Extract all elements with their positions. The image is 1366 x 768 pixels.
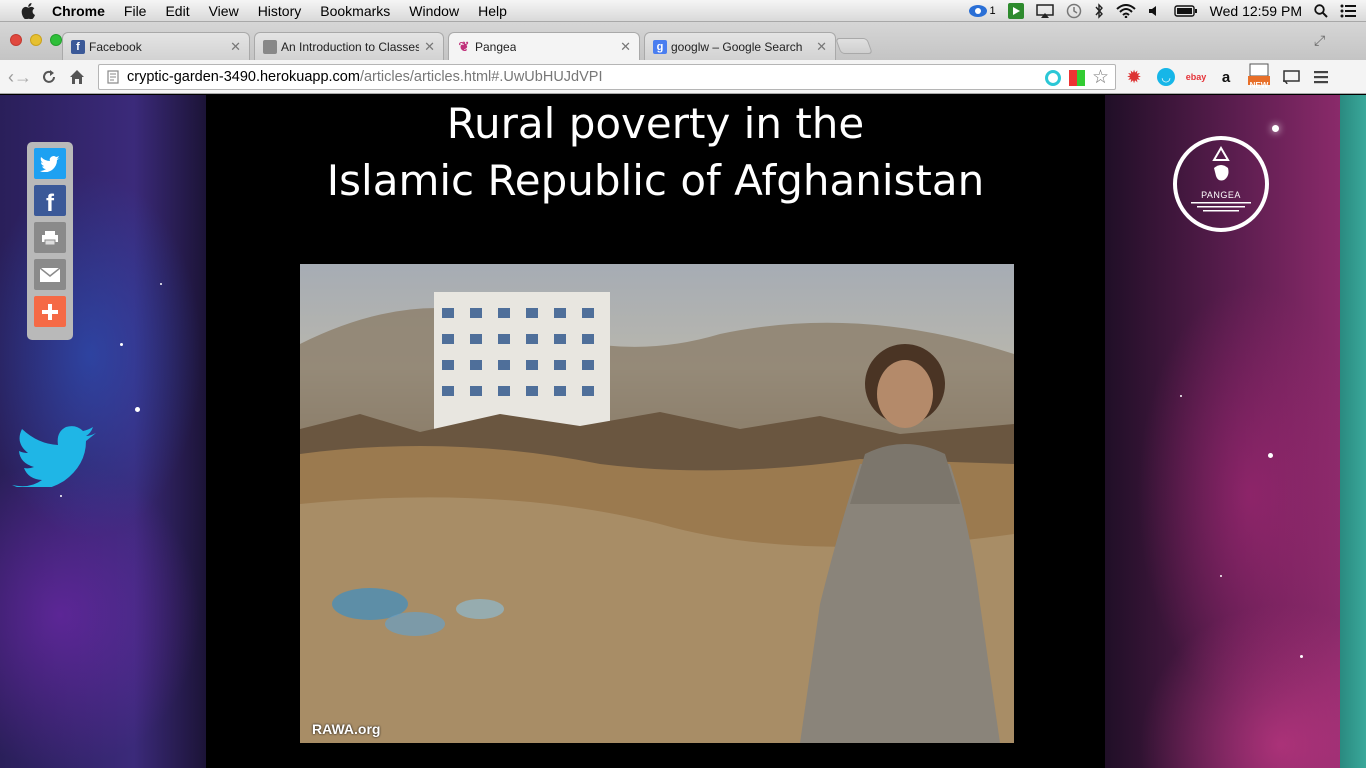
reload-icon[interactable] — [38, 66, 60, 88]
share-print-button[interactable] — [34, 222, 66, 253]
google-favicon-icon: g — [653, 40, 667, 54]
tab-close-icon[interactable]: ✕ — [816, 39, 827, 55]
pangea-logo[interactable]: PANGEA — [1173, 136, 1269, 232]
color-picker-icon[interactable] — [1069, 70, 1085, 86]
tab-close-icon[interactable]: ✕ — [424, 39, 435, 55]
time-machine-icon[interactable] — [1066, 3, 1082, 19]
article-title-line-2: Islamic Republic of Afghanistan — [326, 156, 985, 205]
print-icon — [42, 230, 58, 245]
tab-title: Pangea — [475, 39, 517, 54]
new-extension-icon[interactable]: NEW — [1247, 63, 1271, 90]
spotlight-search-icon[interactable] — [1314, 3, 1328, 19]
creative-cloud-icon[interactable]: 1 — [968, 3, 996, 19]
extension-burst-icon[interactable]: ✹ — [1125, 67, 1143, 87]
twitter-icon — [40, 155, 60, 172]
tab-close-icon[interactable]: ✕ — [620, 39, 631, 55]
facebook-icon: f — [46, 189, 54, 217]
address-bar[interactable]: cryptic-garden-3490.herokuapp.com/articl… — [98, 64, 1116, 90]
wifi-icon[interactable] — [1115, 3, 1136, 19]
new-tab-button[interactable] — [835, 38, 873, 54]
logo-lines — [1191, 202, 1251, 212]
ebay-icon[interactable]: ebay — [1186, 68, 1207, 86]
share-more-button[interactable] — [34, 296, 66, 327]
tab-title: Facebook — [89, 39, 142, 54]
forward-arrow-icon[interactable]: → — [12, 66, 34, 88]
menu-help[interactable]: Help — [478, 3, 507, 19]
menu-edit[interactable]: Edit — [165, 3, 189, 19]
tab-intro-classes[interactable]: An Introduction to Classes ✕ — [254, 32, 444, 60]
notification-center-icon[interactable] — [1340, 3, 1356, 19]
social-share-bar: f — [27, 142, 73, 340]
window-zoom-button[interactable] — [50, 34, 62, 46]
photo-scene — [300, 292, 1014, 743]
background-star — [1180, 395, 1182, 397]
background-star — [1268, 453, 1273, 458]
twitter-bird-icon[interactable] — [10, 425, 98, 487]
app-status-icon[interactable] — [1007, 2, 1024, 19]
chrome-menu-icon[interactable] — [1312, 68, 1330, 86]
plus-icon — [42, 303, 58, 320]
pangea-logo-text: PANGEA — [1201, 190, 1241, 200]
home-icon[interactable] — [66, 66, 88, 88]
window-close-button[interactable] — [10, 34, 22, 46]
pangea-favicon-icon: ❦ — [458, 39, 470, 54]
notification-count: 1 — [989, 4, 996, 17]
share-email-button[interactable] — [34, 259, 66, 290]
background-star — [60, 495, 62, 497]
article-title-line-1: Rural poverty in the — [446, 99, 865, 148]
background-star — [1220, 575, 1222, 577]
tab-pangea[interactable]: ❦ Pangea ✕ — [448, 32, 640, 60]
browser-toolbar: ‹ → cryptic-garden-3490.herokuapp.com/ar… — [0, 60, 1366, 94]
menu-view[interactable]: View — [209, 3, 239, 19]
apple-menu-icon[interactable] — [18, 2, 38, 19]
menu-app-chrome[interactable]: Chrome — [52, 3, 105, 19]
menu-window[interactable]: Window — [409, 3, 459, 19]
volume-icon[interactable] — [1148, 3, 1162, 19]
extension-bubble-icon[interactable]: ◡ — [1157, 68, 1175, 86]
pangea-triangle-icon — [1212, 146, 1230, 181]
background-star — [160, 283, 162, 285]
tab-facebook[interactable]: f Facebook ✕ — [62, 32, 250, 60]
facebook-favicon-icon: f — [71, 40, 85, 54]
page-favicon-icon — [263, 40, 277, 54]
share-facebook-button[interactable]: f — [34, 185, 66, 217]
fullscreen-icon[interactable]: ⤢ — [1314, 32, 1325, 49]
photo-credit: RAWA.org — [312, 721, 381, 737]
bluetooth-icon[interactable] — [1094, 2, 1104, 19]
tab-title: An Introduction to Classes — [281, 39, 419, 54]
menu-bookmarks[interactable]: Bookmarks — [320, 3, 390, 19]
battery-icon[interactable] — [1173, 3, 1198, 19]
background-star — [135, 407, 140, 412]
extension-circle-icon[interactable] — [1045, 70, 1061, 86]
new-badge-label: NEW — [1249, 81, 1269, 90]
cast-icon[interactable] — [1282, 68, 1300, 86]
url-host: cryptic-garden-3490.herokuapp.com — [127, 69, 360, 85]
article-title: Rural poverty in the Islamic Republic of… — [206, 95, 1105, 209]
desktop-edge — [1340, 95, 1366, 768]
page-viewport: Rural poverty in the Islamic Republic of… — [0, 95, 1340, 768]
bookmark-star-icon[interactable]: ☆ — [1092, 66, 1109, 89]
menu-history[interactable]: History — [258, 3, 302, 19]
background-star — [120, 343, 123, 346]
menu-file[interactable]: File — [124, 3, 147, 19]
tab-close-icon[interactable]: ✕ — [230, 39, 241, 55]
macos-menu-bar: Chrome File Edit View History Bookmarks … — [0, 0, 1366, 22]
background-star — [1272, 125, 1279, 132]
url-path: /articles/articles.html#.UwUbHUJdVPI — [359, 69, 603, 85]
email-icon — [40, 267, 60, 282]
tab-google-search[interactable]: g googlw – Google Search ✕ — [644, 32, 836, 60]
window-minimize-button[interactable] — [30, 34, 42, 46]
share-twitter-button[interactable] — [34, 148, 66, 179]
tab-title: googlw – Google Search — [671, 39, 803, 54]
browser-tab-strip: f Facebook ✕ An Introduction to Classes … — [0, 22, 1366, 60]
menubar-clock[interactable]: Wed 12:59 PM — [1210, 3, 1302, 19]
amazon-icon[interactable]: a — [1217, 68, 1235, 86]
background-star — [1300, 655, 1303, 658]
article-photo: RAWA.org — [300, 264, 1014, 743]
page-info-icon[interactable] — [107, 70, 119, 84]
airplay-icon[interactable] — [1035, 3, 1054, 19]
